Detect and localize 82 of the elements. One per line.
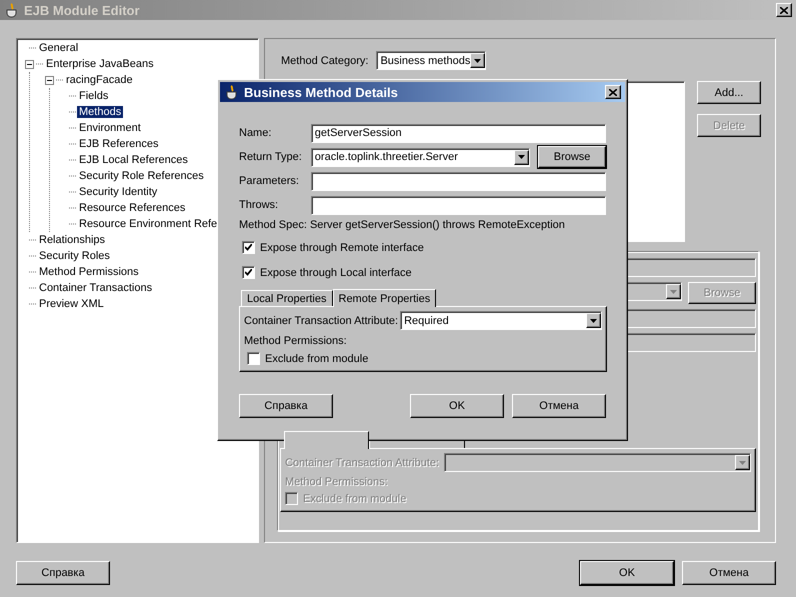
- tree-item[interactable]: Resource Environment Refe: [77, 218, 220, 230]
- checkbox[interactable]: [242, 241, 255, 254]
- tree-connector: [69, 95, 77, 97]
- field-label: Name:: [239, 127, 272, 139]
- field-label: Parameters:: [239, 175, 300, 187]
- tab[interactable]: Remote Properties: [332, 289, 436, 307]
- window-title: EJB Module Editor: [24, 2, 141, 18]
- side-button[interactable]: Add...: [697, 81, 761, 104]
- tree-item[interactable]: racingFacade: [64, 74, 135, 86]
- tree-connector: [69, 207, 77, 209]
- tree-item[interactable]: Enterprise JavaBeans: [44, 58, 156, 70]
- tree-connector: [29, 271, 37, 273]
- tree-item[interactable]: Methods: [77, 106, 124, 118]
- tree-connector: [29, 287, 37, 289]
- tree-item[interactable]: EJB Local References: [77, 154, 190, 166]
- close-button[interactable]: [776, 3, 792, 17]
- tree-connector: [69, 159, 77, 161]
- checkmark-icon: [245, 244, 252, 251]
- browse-button[interactable]: Browse: [538, 146, 606, 168]
- checkbox[interactable]: [242, 266, 255, 279]
- field-label: Return Type:: [239, 151, 303, 163]
- collapse-icon[interactable]: [25, 60, 34, 68]
- input-field[interactable]: [310, 172, 606, 190]
- dialog-button[interactable]: Отмена: [682, 561, 776, 585]
- tree-item[interactable]: Security Identity: [77, 186, 160, 198]
- dialog-title: Business Method Details: [244, 84, 399, 100]
- input-field[interactable]: getServerSession: [310, 124, 606, 142]
- return-type-dropdown[interactable]: oracle.toplink.threetier.Server: [310, 148, 530, 166]
- tree-connector: [36, 63, 44, 65]
- tree-connector: [69, 175, 77, 177]
- checkmark-icon: [245, 269, 252, 276]
- close-icon: [780, 6, 788, 14]
- dropdown-arrow-icon: [670, 290, 677, 294]
- tree-connector: [69, 191, 77, 193]
- transaction-dropdown[interactable]: Required: [400, 311, 602, 330]
- tree-item[interactable]: Container Transactions: [37, 282, 154, 294]
- help-button[interactable]: Справка: [239, 394, 333, 418]
- checkbox[interactable]: [247, 352, 260, 365]
- dropdown-arrow-icon: [590, 318, 597, 322]
- tree-item[interactable]: Preview XML: [37, 298, 106, 310]
- tree-item[interactable]: Relationships: [37, 234, 108, 246]
- dropdown-arrow-icon: [474, 58, 482, 62]
- close-icon: [609, 88, 617, 96]
- tree-connector: [69, 111, 77, 113]
- tree-connector: [29, 47, 37, 49]
- field-label: Container Transaction Attribute:: [244, 314, 398, 326]
- field-label: Method Category:: [281, 54, 368, 66]
- help-button[interactable]: Справка: [16, 561, 110, 585]
- tree-connector: [69, 223, 77, 225]
- input-field[interactable]: [310, 196, 606, 214]
- tree-item[interactable]: Security Role References: [77, 170, 206, 182]
- tree-connector: [29, 239, 37, 241]
- collapse-icon[interactable]: [45, 76, 54, 84]
- dialog-button[interactable]: Отмена: [512, 394, 606, 418]
- checkbox-label: Exclude from module: [265, 352, 368, 364]
- tab[interactable]: Local Properties: [241, 290, 332, 306]
- tree-connector: [29, 303, 37, 305]
- tree-connector: [69, 143, 77, 145]
- checkbox-label: Expose through Remote interface: [260, 242, 424, 254]
- tree-connector: [69, 127, 77, 129]
- tree-connector: [56, 79, 64, 81]
- dialog-button[interactable]: OK: [410, 394, 504, 418]
- dialog-button[interactable]: OK: [580, 561, 674, 585]
- tree-item[interactable]: Security Roles: [37, 250, 112, 262]
- tree-item[interactable]: EJB References: [77, 138, 160, 150]
- field-label: Throws:: [239, 199, 280, 211]
- dropdown-arrow-icon: [518, 155, 526, 159]
- tree-item[interactable]: Environment: [77, 122, 143, 134]
- checkbox-label: Expose through Local interface: [260, 266, 412, 278]
- checkbox-label: Exclude from module: [303, 492, 406, 504]
- tree-item[interactable]: General: [37, 42, 80, 54]
- field-label: Method Permissions:: [244, 335, 348, 347]
- field-label: Container Transaction Attribute:: [285, 456, 440, 468]
- method-spec-text: Method Spec: Server getServerSession() throws RemoteException: [239, 219, 566, 231]
- dropdown-arrow-icon: [739, 460, 746, 464]
- method-category-dropdown[interactable]: Business methods: [376, 51, 486, 70]
- tree-item[interactable]: Method Permissions: [37, 266, 141, 278]
- tree-item[interactable]: Resource References: [77, 202, 188, 214]
- close-button[interactable]: [605, 85, 621, 99]
- tree-item[interactable]: Fields: [77, 90, 110, 102]
- field-label: Method Permissions:: [285, 476, 389, 488]
- tree-connector: [29, 255, 37, 257]
